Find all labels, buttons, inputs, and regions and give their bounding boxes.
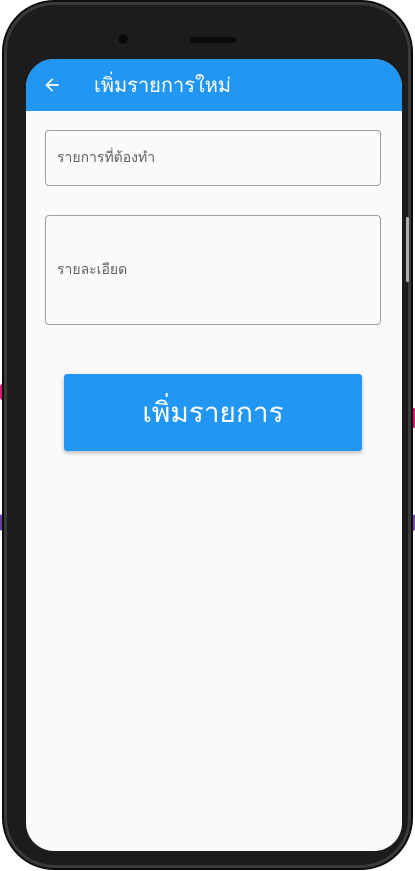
volume-button <box>406 217 409 282</box>
arrow-left-icon <box>45 78 59 92</box>
app-screen: เพิ่มรายการใหม่ เพิ่มรายการ <box>26 59 402 851</box>
app-bar: เพิ่มรายการใหม่ <box>26 59 402 111</box>
front-camera <box>114 30 132 48</box>
todo-detail-field[interactable] <box>45 215 381 325</box>
page-title: เพิ่มรายการใหม่ <box>94 73 232 97</box>
todo-detail-input[interactable] <box>46 258 380 282</box>
add-item-button[interactable]: เพิ่มรายการ <box>64 374 362 451</box>
phone-frame: เพิ่มรายการใหม่ เพิ่มรายการ <box>4 2 411 868</box>
todo-title-input[interactable] <box>46 131 380 185</box>
todo-title-field[interactable] <box>45 130 381 186</box>
earpiece-speaker <box>190 37 236 43</box>
back-button[interactable] <box>26 59 78 111</box>
